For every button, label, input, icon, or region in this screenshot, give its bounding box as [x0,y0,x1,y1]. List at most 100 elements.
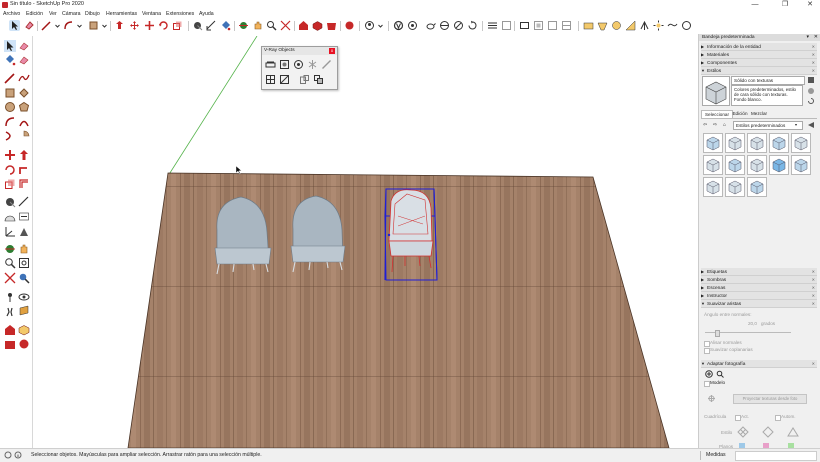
style-swatch[interactable] [747,177,767,197]
chevron-down-icon[interactable] [375,20,383,31]
move-tool-icon[interactable] [129,20,140,31]
extension-manager-icon[interactable] [18,338,30,350]
component-select-icon[interactable] [18,40,30,52]
back-icon[interactable]: ⇦ [703,122,707,128]
section-styles[interactable]: ▼ Estilos ✕ [701,67,817,75]
chevron-down-icon[interactable] [52,20,60,31]
vray-sphere-light-icon[interactable] [279,59,290,70]
menu-ayuda[interactable]: Ayuda [199,10,214,18]
menu-archivo[interactable]: Archivo [3,10,20,18]
vray-infinite-plane-icon[interactable] [265,74,276,85]
menu-ver[interactable]: Ver [49,10,57,18]
vray-dome-light-icon[interactable] [321,59,332,70]
axes-tool-icon[interactable] [4,226,16,238]
components-icon[interactable] [312,20,323,31]
sandbox-icon[interactable] [597,20,608,31]
grid-style-1-icon[interactable] [737,426,749,438]
vray-mesh-clipper-icon[interactable] [313,74,324,85]
geo-location-icon[interactable] [583,20,594,31]
pan-hand-icon[interactable] [18,243,30,255]
menu-dibujo[interactable]: Dibujo [85,10,100,18]
zoom-icon[interactable] [716,370,724,378]
extension-manager-icon[interactable] [344,20,355,31]
section-tags[interactable]: ▶ Etiquetas ✕ [701,268,817,276]
circle-tool-icon[interactable] [4,101,16,113]
close-icon[interactable]: x [329,48,335,54]
rotated-rectangle-icon[interactable] [18,87,30,99]
style-swatch[interactable] [703,133,723,153]
arc-tool-icon[interactable] [63,20,74,31]
polygon-icon[interactable] [18,101,30,113]
maximize-button[interactable]: ❐ [776,0,794,10]
forward-icon[interactable]: ⇨ [713,122,717,128]
section-display-icon[interactable] [501,20,512,31]
add-photo-icon[interactable] [705,370,713,378]
rotate-tool-icon[interactable] [4,164,16,176]
two-point-arc-icon[interactable] [18,116,30,128]
tape-measure-icon[interactable] [4,196,16,208]
warehouse-icon[interactable] [298,20,309,31]
section-scenes[interactable]: ▶ Escenas ✕ [701,284,817,292]
previous-view-icon[interactable] [18,272,30,284]
style-swatch[interactable] [769,133,789,153]
eraser-icon[interactable] [18,54,30,66]
eraser-icon[interactable] [24,20,35,31]
angle-slider-handle[interactable] [715,330,720,337]
pin-icon[interactable]: ▾ [806,34,809,41]
chevron-down-icon[interactable] [99,20,107,31]
orbit-icon[interactable] [4,243,16,255]
protractor-icon[interactable] [4,211,16,223]
section-instructor[interactable]: ▶ Instructor ✕ [701,292,817,300]
create-style-icon[interactable] [807,87,815,95]
view-iso-icon[interactable] [519,20,530,31]
walk-icon[interactable] [4,305,16,317]
line-tool-icon[interactable] [4,72,16,84]
components-icon[interactable] [18,324,30,336]
dimension-icon[interactable] [18,196,30,208]
orbit-icon[interactable] [238,20,249,31]
style-swatch[interactable] [703,177,723,197]
style-swatch[interactable] [791,155,811,175]
close-icon[interactable]: ✕ [814,34,818,41]
section-entity-info[interactable]: ▶ Información de la entidad ✕ [701,43,817,51]
style-collection-select[interactable]: Estilos predeterminados [733,121,803,130]
zoom-icon[interactable] [4,257,16,269]
push-pull-icon[interactable] [18,149,30,161]
axes-tool-icon[interactable] [639,20,650,31]
select-tool-icon[interactable] [9,20,20,31]
menu-edicion[interactable]: Edición [26,10,43,18]
minimize-button[interactable]: — [746,0,764,10]
vray-spot-light-icon[interactable] [293,59,304,70]
vray-objects-toolbar[interactable]: V-Ray Objects x [261,46,338,90]
menu-herramientas[interactable]: Herramientas [106,10,137,18]
style-swatch[interactable] [725,155,745,175]
text-tool-icon[interactable] [18,211,30,223]
circle-tool-icon[interactable] [611,20,622,31]
shape-tool-icon[interactable] [88,20,99,31]
section-components[interactable]: ▶ Componentes ✕ [701,59,817,67]
extension-warehouse-icon[interactable] [326,20,337,31]
style-description-field[interactable]: Colores predeterminados, estilo de cara … [731,85,803,106]
chevron-down-icon[interactable]: ▾ [795,122,797,127]
pie-icon[interactable] [18,130,30,142]
view-side-icon[interactable] [561,20,572,31]
style-swatch[interactable] [769,155,789,175]
vray-render-icon[interactable] [393,20,404,31]
freehand-icon[interactable] [18,72,30,84]
refresh-icon[interactable] [467,20,478,31]
move-cross-icon[interactable] [144,20,155,31]
style-swatch[interactable] [725,177,745,197]
follow-me-icon[interactable] [18,164,30,176]
look-around-icon[interactable] [18,291,30,303]
measurements-input[interactable] [735,451,817,461]
teapot-icon[interactable] [425,20,436,31]
pan-hand-icon[interactable] [252,20,263,31]
zoom-extents-icon[interactable] [280,20,291,31]
style-name-field[interactable]: Sólido con texturas [731,76,805,85]
vray-objects-title-bar[interactable]: V-Ray Objects x [262,47,337,55]
style-swatch[interactable] [703,155,723,175]
3d-text-icon[interactable] [18,226,30,238]
vray-interactive-icon[interactable] [407,20,418,31]
scene-canvas[interactable] [33,36,697,448]
section-match-photo[interactable]: ▼ Adaptar fotografía ✕ [701,360,817,368]
